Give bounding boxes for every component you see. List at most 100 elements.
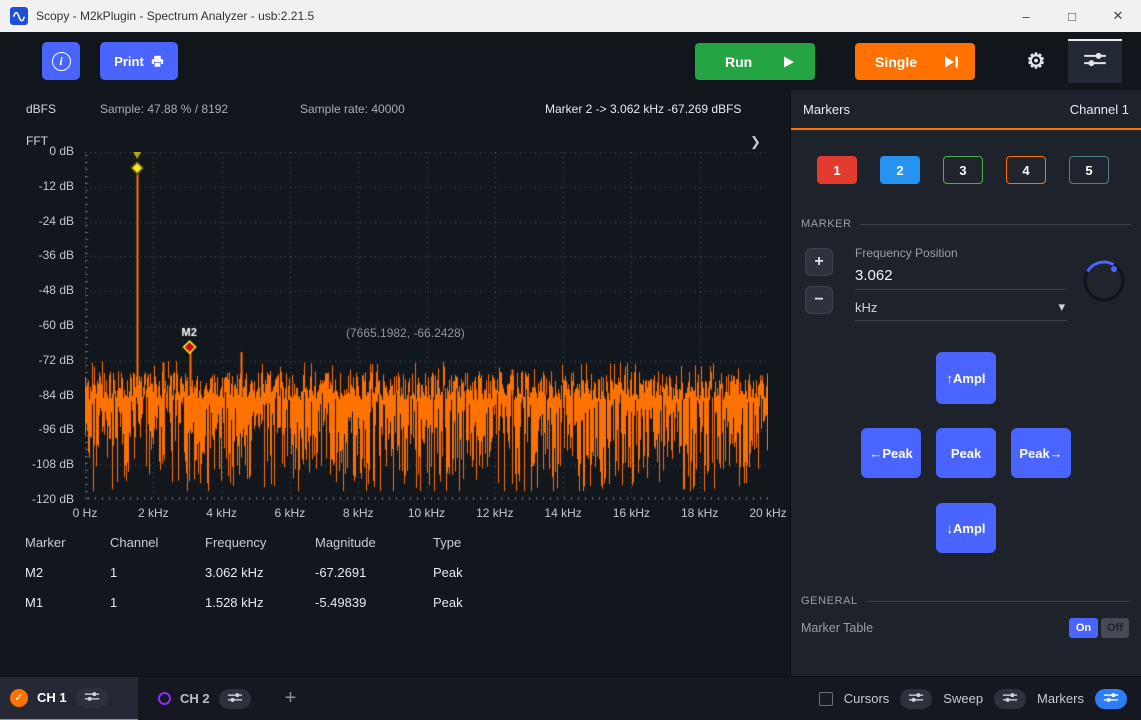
titlebar: Scopy - M2kPlugin - Spectrum Analyzer - … <box>0 0 1141 32</box>
y-axis-tick: -108 dB <box>2 457 74 471</box>
frequency-knob[interactable] <box>1081 258 1127 309</box>
marker-table-cell: 1 <box>110 594 205 624</box>
marker-table-toggle: On Off <box>1069 618 1129 638</box>
sliders-icon <box>1002 691 1018 706</box>
channel-2-settings-button[interactable] <box>219 689 251 709</box>
run-label: Run <box>725 54 752 70</box>
y-axis-tick: -24 dB <box>2 214 74 228</box>
window-title: Scopy - M2kPlugin - Spectrum Analyzer - … <box>36 9 314 23</box>
marker-table-cell: Peak <box>433 564 533 594</box>
marker-table-cell: 3.062 kHz <box>205 564 315 594</box>
minimize-button[interactable]: – <box>1003 0 1049 32</box>
channel-1-tab[interactable]: ✓ CH 1 <box>0 677 138 720</box>
sweep-settings-button[interactable] <box>994 689 1026 709</box>
y-axis-tick: -60 dB <box>2 318 74 332</box>
add-channel-button[interactable]: + <box>279 686 303 711</box>
marker-table-cell: M1 <box>25 594 110 624</box>
instrument-settings-tab[interactable] <box>1068 39 1122 83</box>
y-axis-tick: 0 dB <box>2 144 74 158</box>
marker-table-cell: Peak <box>433 594 533 624</box>
frequency-unit-value: kHz <box>855 300 877 315</box>
channel-2-tab[interactable]: CH 2 <box>158 689 251 709</box>
print-label: Print <box>114 54 144 69</box>
plot-region: dBFS Sample: 47.88 % / 8192 Sample rate:… <box>0 90 790 676</box>
peak-left-button[interactable]: ←Peak <box>861 428 921 478</box>
frequency-position-label: Frequency Position <box>855 246 1067 260</box>
freq-increment-button[interactable]: + <box>805 248 833 276</box>
y-axis-tick: -12 dB <box>2 179 74 193</box>
printer-icon <box>151 55 164 68</box>
bottom-bar: ✓ CH 1 CH 2 + Cursors Sweep Markers <box>0 676 1141 720</box>
y-axis-tick: -36 dB <box>2 248 74 262</box>
bottom-right-controls: Cursors Sweep Markers <box>819 689 1141 709</box>
marker-table-label: Marker Table <box>801 621 873 635</box>
sweep-label: Sweep <box>943 691 983 706</box>
y-unit-label: dBFS <box>26 102 56 116</box>
channel-1-label: CH 1 <box>37 690 67 705</box>
cursors-label: Cursors <box>844 691 890 706</box>
panel-header: Markers Channel 1 <box>791 90 1141 128</box>
general-section-header: GENERAL <box>801 595 1131 607</box>
run-button[interactable]: Run <box>695 43 815 80</box>
freq-decrement-button[interactable]: − <box>805 286 833 314</box>
channel-1-enabled-icon[interactable]: ✓ <box>10 689 28 707</box>
channel-2-disabled-icon[interactable] <box>158 692 171 705</box>
channel-1-settings-button[interactable] <box>76 688 108 708</box>
marker-table-setting-row: Marker Table On Off <box>801 618 1129 638</box>
marker-table-cell: M2 <box>25 564 110 594</box>
y-axis-tick: -48 dB <box>2 283 74 297</box>
gear-icon: ⚙ <box>1027 49 1046 74</box>
peak-right-button[interactable]: Peak→ <box>1011 428 1071 478</box>
single-run-icon <box>944 56 959 68</box>
x-axis-tick: 14 kHz <box>529 506 597 520</box>
sliders-icon <box>1083 51 1107 73</box>
settings-gear-button[interactable]: ⚙ <box>1018 41 1054 81</box>
marker-section-header: MARKER <box>801 218 1131 230</box>
marker-table-header: Frequency <box>205 534 315 564</box>
marker-select-button-4[interactable]: 4 <box>1006 156 1046 184</box>
y-axis-tick: -72 dB <box>2 353 74 367</box>
marker-table-cell: -5.49839 <box>315 594 433 624</box>
maximize-button[interactable]: □ <box>1049 0 1095 32</box>
frequency-unit-select[interactable]: kHz ▾ <box>855 290 1067 321</box>
x-axis-tick: 16 kHz <box>597 506 665 520</box>
freq-stepper: + − <box>805 248 833 314</box>
amplitude-up-peak-button[interactable]: ↑Ampl <box>936 352 996 404</box>
x-axis-tick: 6 kHz <box>256 506 324 520</box>
marker-select-button-2[interactable]: 2 <box>880 156 920 184</box>
x-axis-tick: 12 kHz <box>461 506 529 520</box>
x-axis-tick: 10 kHz <box>393 506 461 520</box>
sample-rate-label: Sample rate: 40000 <box>300 102 405 116</box>
marker-table-header: Type <box>433 534 533 564</box>
marker-table-cell: -67.2691 <box>315 564 433 594</box>
print-button[interactable]: Print <box>100 42 178 80</box>
marker-select-row: 12345 <box>817 156 1109 184</box>
single-label: Single <box>875 54 917 70</box>
frequency-value-input[interactable]: 3.062 <box>855 260 1067 290</box>
marker-select-button-1[interactable]: 1 <box>817 156 857 184</box>
close-button[interactable]: ✕ <box>1095 0 1141 32</box>
toggle-on-button[interactable]: On <box>1069 618 1098 638</box>
single-button[interactable]: Single <box>855 43 975 80</box>
marker-table-cell: 1 <box>110 564 205 594</box>
collapse-panel-chevron-icon[interactable]: ❯ <box>750 134 761 150</box>
marker-table-cell: 1.528 kHz <box>205 594 315 624</box>
info-icon: i <box>52 52 71 71</box>
info-button[interactable]: i <box>42 42 80 80</box>
toggle-off-button[interactable]: Off <box>1101 618 1129 638</box>
window-controls: – □ ✕ <box>1003 0 1141 32</box>
panel-title: Markers <box>803 102 850 117</box>
scopy-logo-icon <box>10 7 28 25</box>
cursors-checkbox[interactable] <box>819 692 833 706</box>
cursors-settings-button[interactable] <box>900 689 932 709</box>
marker-select-button-3[interactable]: 3 <box>943 156 983 184</box>
sample-info-label: Sample: 47.88 % / 8192 <box>100 102 228 116</box>
marker-table-header: Marker <box>25 534 110 564</box>
marker-select-button-5[interactable]: 5 <box>1069 156 1109 184</box>
marker-table: MarkerChannelFrequencyMagnitudeTypeM213.… <box>25 534 533 624</box>
markers-settings-button[interactable] <box>1095 689 1127 709</box>
amplitude-down-peak-button[interactable]: ↓Ampl <box>936 503 996 553</box>
plot-tooltip: (7665.1982, -66.2428) <box>346 326 465 340</box>
peak-button[interactable]: Peak <box>936 428 996 478</box>
x-axis-tick: 8 kHz <box>324 506 392 520</box>
